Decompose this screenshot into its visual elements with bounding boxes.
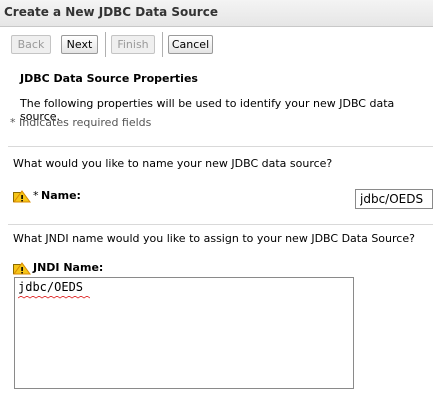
help-warning-icon [13,190,31,203]
cancel-button[interactable]: Cancel [168,35,213,54]
back-button[interactable]: Back [11,35,51,54]
name-question: What would you like to name your new JDB… [13,157,333,170]
next-button[interactable]: Next [61,35,98,54]
name-label: Name: [41,189,81,202]
help-warning-icon [13,262,31,275]
name-section-divider [8,146,433,147]
dialog-title: Create a New JDBC Data Source [4,5,218,19]
jndi-name-textarea[interactable]: jdbc/OEDS [14,277,354,389]
jndi-section-divider [8,224,433,225]
section-heading: JDBC Data Source Properties [20,72,198,85]
required-fields-note: * Indicates required fields [10,116,152,129]
required-marker: * [33,189,39,202]
jndi-question: What JNDI name would you like to assign … [13,232,415,245]
finish-button[interactable]: Finish [111,35,155,54]
toolbar-separator [105,32,106,57]
dialog-title-bar: Create a New JDBC Data Source [0,0,433,27]
spellcheck-underline [18,296,90,299]
jndi-name-label: JNDI Name: [33,261,104,274]
name-input[interactable] [355,189,433,209]
toolbar-separator [162,32,163,57]
